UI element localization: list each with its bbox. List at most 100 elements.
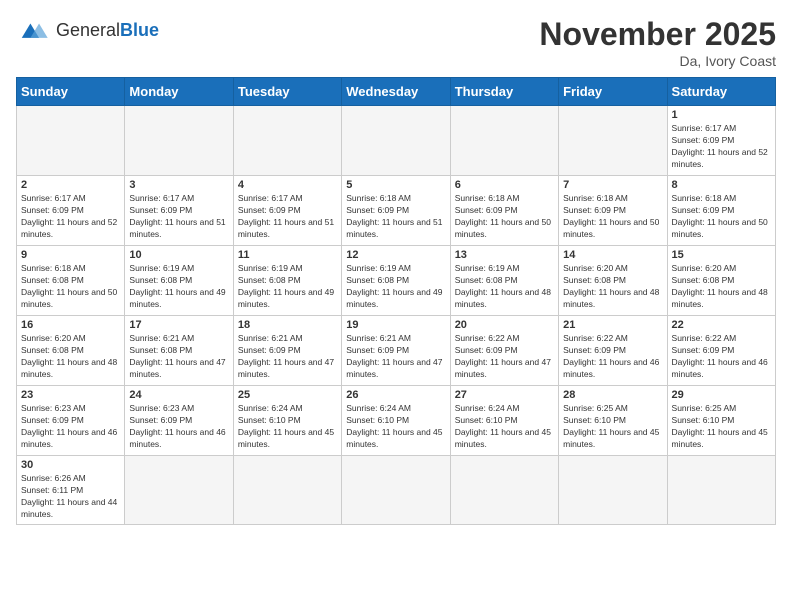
table-row: 18Sunrise: 6:21 AMSunset: 6:09 PMDayligh… [233, 316, 341, 386]
day-info: Sunrise: 6:17 AMSunset: 6:09 PMDaylight:… [238, 193, 337, 241]
table-row [667, 456, 775, 525]
day-info: Sunrise: 6:18 AMSunset: 6:08 PMDaylight:… [21, 263, 120, 311]
day-number: 16 [21, 319, 120, 331]
day-info: Sunrise: 6:20 AMSunset: 6:08 PMDaylight:… [563, 263, 662, 311]
table-row: 16 Sunrise: 6:20 AMSunset: 6:08 PMDayligh… [17, 316, 125, 386]
table-row: 7Sunrise: 6:18 AMSunset: 6:09 PMDaylight… [559, 176, 667, 246]
table-row: 30 Sunrise: 6:26 AMSunset: 6:11 PMDayligh… [17, 456, 125, 525]
col-tuesday: Tuesday [233, 78, 341, 106]
calendar-week-row: 23Sunrise: 6:23 AMSunset: 6:09 PMDayligh… [17, 386, 776, 456]
day-number: 30 [21, 459, 120, 471]
day-info: Sunrise: 6:19 AMSunset: 6:08 PMDaylight:… [455, 263, 554, 311]
table-row: 25 Sunrise: 6:24 AMSunset: 6:10 PMDayligh… [233, 386, 341, 456]
day-number: 3 [129, 179, 228, 191]
table-row: 15 Sunrise: 6:20 AMSunset: 6:08 PMDayligh… [667, 246, 775, 316]
day-number: 13 [455, 249, 554, 261]
calendar-header-row: Sunday Monday Tuesday Wednesday Thursday… [17, 78, 776, 106]
table-row: 9Sunrise: 6:18 AMSunset: 6:08 PMDaylight… [17, 246, 125, 316]
day-info: Sunrise: 6:22 AMSunset: 6:09 PMDaylight:… [455, 333, 554, 381]
day-number: 25 [238, 389, 337, 401]
day-info: Sunrise: 6:26 AMSunset: 6:11 PMDaylight:… [21, 473, 120, 521]
day-number: 22 [672, 319, 771, 331]
table-row [450, 456, 558, 525]
table-row: 13 Sunrise: 6:19 AMSunset: 6:08 PMDayligh… [450, 246, 558, 316]
col-thursday: Thursday [450, 78, 558, 106]
table-row: 10 Sunrise: 6:19 AMSunset: 6:08 PMDayligh… [125, 246, 233, 316]
day-number: 19 [346, 319, 445, 331]
day-number: 8 [672, 179, 771, 191]
day-info: Sunrise: 6:23 AMSunset: 6:09 PMDaylight:… [129, 403, 228, 451]
day-info: Sunrise: 6:18 AMSunset: 6:09 PMDaylight:… [346, 193, 445, 241]
day-number: 14 [563, 249, 662, 261]
day-info: Sunrise: 6:21 AMSunset: 6:09 PMDaylight:… [238, 333, 337, 381]
month-title: November 2025 [539, 16, 776, 53]
day-info: Sunrise: 6:24 AMSunset: 6:10 PMDaylight:… [346, 403, 445, 451]
day-number: 2 [21, 179, 120, 191]
col-saturday: Saturday [667, 78, 775, 106]
table-row [125, 106, 233, 176]
day-info: Sunrise: 6:21 AMSunset: 6:09 PMDaylight:… [346, 333, 445, 381]
day-number: 28 [563, 389, 662, 401]
day-info: Sunrise: 6:23 AMSunset: 6:09 PMDaylight:… [21, 403, 120, 451]
logo-text: GeneralBlue [56, 20, 159, 41]
calendar-week-row: 9Sunrise: 6:18 AMSunset: 6:08 PMDaylight… [17, 246, 776, 316]
table-row: 24 Sunrise: 6:23 AMSunset: 6:09 PMDayligh… [125, 386, 233, 456]
calendar-week-row: 2 Sunrise: 6:17 AMSunset: 6:09 PMDaylight… [17, 176, 776, 246]
day-number: 4 [238, 179, 337, 191]
day-info: Sunrise: 6:19 AMSunset: 6:08 PMDaylight:… [129, 263, 228, 311]
day-info: Sunrise: 6:18 AMSunset: 6:09 PMDaylight:… [672, 193, 771, 241]
location: Da, Ivory Coast [539, 53, 776, 69]
day-info: Sunrise: 6:22 AMSunset: 6:09 PMDaylight:… [672, 333, 771, 381]
day-info: Sunrise: 6:25 AMSunset: 6:10 PMDaylight:… [672, 403, 771, 451]
day-info: Sunrise: 6:25 AMSunset: 6:10 PMDaylight:… [563, 403, 662, 451]
table-row [342, 456, 450, 525]
table-row: 19 Sunrise: 6:21 AMSunset: 6:09 PMDayligh… [342, 316, 450, 386]
table-row: 26 Sunrise: 6:24 AMSunset: 6:10 PMDayligh… [342, 386, 450, 456]
day-info: Sunrise: 6:18 AMSunset: 6:09 PMDaylight:… [455, 193, 554, 241]
day-info: Sunrise: 6:17 AMSunset: 6:09 PMDaylight:… [672, 123, 771, 171]
day-info: Sunrise: 6:19 AMSunset: 6:08 PMDaylight:… [346, 263, 445, 311]
day-number: 1 [672, 109, 771, 121]
day-number: 27 [455, 389, 554, 401]
table-row: 28 Sunrise: 6:25 AMSunset: 6:10 PMDayligh… [559, 386, 667, 456]
calendar-week-row: 1 Sunrise: 6:17 AMSunset: 6:09 PMDaylight… [17, 106, 776, 176]
day-info: Sunrise: 6:24 AMSunset: 6:10 PMDaylight:… [455, 403, 554, 451]
table-row [342, 106, 450, 176]
day-number: 12 [346, 249, 445, 261]
table-row: 6 Sunrise: 6:18 AMSunset: 6:09 PMDaylight… [450, 176, 558, 246]
table-row: 4 Sunrise: 6:17 AMSunset: 6:09 PMDaylight… [233, 176, 341, 246]
logo-icon [16, 16, 52, 44]
table-row: 29Sunrise: 6:25 AMSunset: 6:10 PMDayligh… [667, 386, 775, 456]
day-number: 6 [455, 179, 554, 191]
table-row: 17Sunrise: 6:21 AMSunset: 6:08 PMDayligh… [125, 316, 233, 386]
table-row: 20Sunrise: 6:22 AMSunset: 6:09 PMDayligh… [450, 316, 558, 386]
day-number: 10 [129, 249, 228, 261]
day-info: Sunrise: 6:22 AMSunset: 6:09 PMDaylight:… [563, 333, 662, 381]
day-number: 24 [129, 389, 228, 401]
table-row: 27 Sunrise: 6:24 AMSunset: 6:10 PMDayligh… [450, 386, 558, 456]
day-info: Sunrise: 6:24 AMSunset: 6:10 PMDaylight:… [238, 403, 337, 451]
day-info: Sunrise: 6:20 AMSunset: 6:08 PMDaylight:… [672, 263, 771, 311]
day-info: Sunrise: 6:17 AMSunset: 6:09 PMDaylight:… [129, 193, 228, 241]
table-row [559, 106, 667, 176]
table-row [17, 106, 125, 176]
header: GeneralBlue November 2025 Da, Ivory Coas… [16, 16, 776, 69]
table-row [125, 456, 233, 525]
day-number: 26 [346, 389, 445, 401]
table-row: 21 Sunrise: 6:22 AMSunset: 6:09 PMDayligh… [559, 316, 667, 386]
day-number: 11 [238, 249, 337, 261]
table-row: 5 Sunrise: 6:18 AMSunset: 6:09 PMDaylight… [342, 176, 450, 246]
day-number: 5 [346, 179, 445, 191]
day-info: Sunrise: 6:17 AMSunset: 6:09 PMDaylight:… [21, 193, 120, 241]
table-row [450, 106, 558, 176]
day-info: Sunrise: 6:20 AMSunset: 6:08 PMDaylight:… [21, 333, 120, 381]
col-sunday: Sunday [17, 78, 125, 106]
day-number: 21 [563, 319, 662, 331]
calendar-week-row: 16 Sunrise: 6:20 AMSunset: 6:08 PMDayligh… [17, 316, 776, 386]
table-row: 14 Sunrise: 6:20 AMSunset: 6:08 PMDayligh… [559, 246, 667, 316]
col-monday: Monday [125, 78, 233, 106]
calendar: Sunday Monday Tuesday Wednesday Thursday… [16, 77, 776, 525]
table-row: 8 Sunrise: 6:18 AMSunset: 6:09 PMDaylight… [667, 176, 775, 246]
table-row: 2 Sunrise: 6:17 AMSunset: 6:09 PMDaylight… [17, 176, 125, 246]
day-number: 15 [672, 249, 771, 261]
